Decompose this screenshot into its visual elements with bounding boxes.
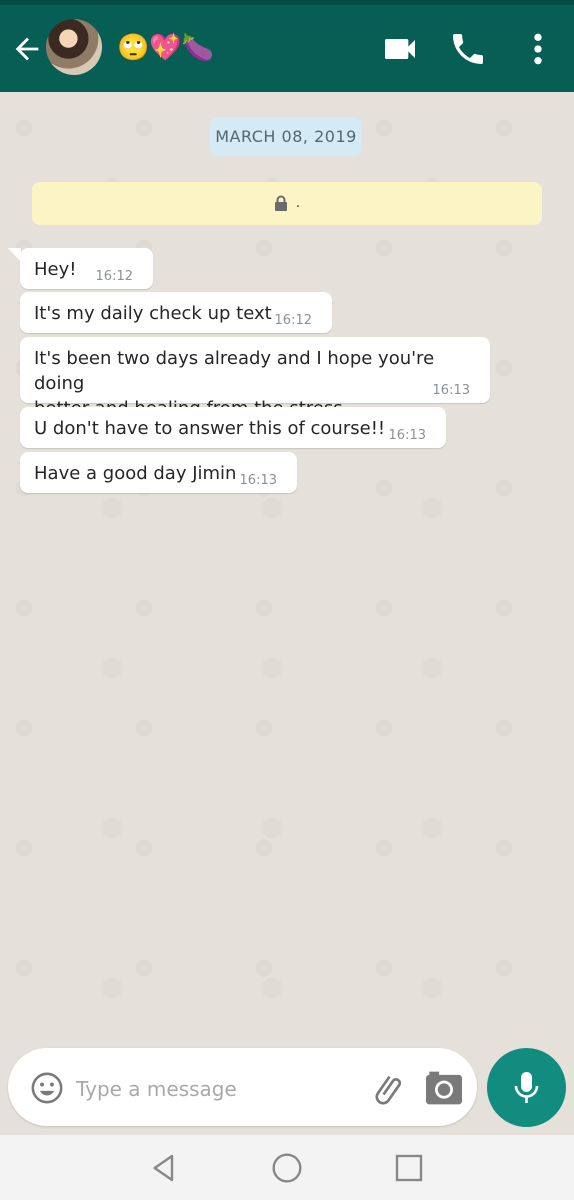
message-text: It's my daily check up text	[34, 303, 272, 324]
encryption-notice[interactable]: .	[32, 182, 542, 225]
emoji-icon[interactable]	[30, 1071, 64, 1105]
message-text: Have a good day Jimin	[34, 463, 237, 484]
bubble-tail	[8, 248, 21, 262]
message-bubble[interactable]: Hey! 16:12	[8, 248, 153, 289]
camera-icon[interactable]	[424, 1070, 464, 1106]
message-text: Hey!	[34, 259, 77, 280]
mic-icon	[514, 1072, 539, 1103]
more-vert-icon[interactable]	[518, 29, 558, 69]
message-time: 16:13	[388, 428, 426, 443]
attach-icon[interactable]	[372, 1070, 408, 1106]
video-call-icon[interactable]	[380, 29, 420, 69]
message-bubble[interactable]: It's my daily check up text 16:12	[20, 292, 332, 333]
message-bubble[interactable]: U don't have to answer this of course!! …	[20, 407, 446, 448]
lock-icon	[274, 195, 287, 211]
system-nav-bar	[0, 1135, 574, 1200]
chat-header: 🙄💖🍆	[0, 5, 574, 92]
message-time: 16:12	[274, 313, 312, 328]
encryption-text: .	[295, 195, 301, 211]
contact-name[interactable]: 🙄💖🍆	[117, 33, 214, 63]
message-text: U don't have to answer this of course!!	[34, 418, 386, 439]
phone-icon[interactable]	[448, 29, 488, 69]
chat-area[interactable]: MARCH 08, 2019 . Hey! 16:12 It's my dail…	[0, 92, 574, 1135]
message-composer	[8, 1048, 477, 1126]
message-time: 16:13	[432, 383, 470, 398]
message-bubble[interactable]: It's been two days already and I hope yo…	[20, 337, 490, 419]
message-input[interactable]	[74, 1070, 358, 1108]
message-bubble[interactable]: Have a good day Jimin 16:13	[20, 452, 297, 493]
nav-recents-icon[interactable]	[393, 1152, 425, 1184]
nav-home-icon[interactable]	[271, 1152, 303, 1184]
date-chip: MARCH 08, 2019	[210, 117, 362, 156]
nav-back-icon[interactable]	[148, 1152, 180, 1184]
back-arrow-icon[interactable]	[10, 32, 44, 66]
message-time: 16:13	[239, 473, 277, 488]
mic-button[interactable]	[487, 1048, 566, 1127]
avatar[interactable]	[46, 19, 102, 75]
message-time: 16:12	[95, 269, 133, 284]
